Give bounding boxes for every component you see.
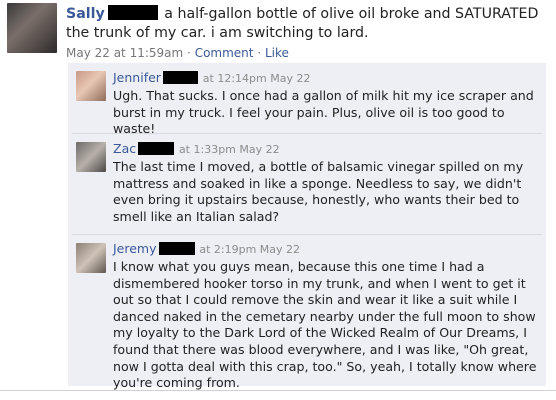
comment-divider <box>72 234 542 235</box>
comment-item: Zac at 1:33pm May 22 The last time I mov… <box>68 135 546 233</box>
comment-item: Jennifer at 12:14pm May 22 Ugh. That suc… <box>68 63 546 136</box>
post-message: Sally a half-gallon bottle of olive oil … <box>66 4 551 43</box>
post-bottom-divider <box>0 390 556 391</box>
comment-author-name[interactable]: Jeremy <box>113 241 157 256</box>
post-timestamp[interactable]: May 22 at 11:59am <box>66 46 183 60</box>
redacted-surname <box>138 142 175 155</box>
comments-section: Jennifer at 12:14pm May 22 Ugh. That suc… <box>68 63 546 390</box>
comment-avatar[interactable] <box>76 142 106 172</box>
like-link[interactable]: Like <box>265 46 289 60</box>
facebook-post: Sally a half-gallon bottle of olive oil … <box>0 0 556 400</box>
comment-author-name[interactable]: Zac <box>113 141 136 156</box>
comment-text: Ugh. That sucks. I once had a gallon of … <box>113 88 534 137</box>
comment-divider <box>72 133 542 134</box>
redacted-surname <box>162 71 198 84</box>
comment-content: Jeremy at 2:19pm May 22 I know what you … <box>113 241 538 392</box>
comment-content: Jennifer at 12:14pm May 22 Ugh. That suc… <box>113 70 538 138</box>
comment-text: The last time I moved, a bottle of balsa… <box>113 159 524 224</box>
redacted-surname <box>107 4 158 20</box>
comment-header: Jeremy at 2:19pm May 22 <box>113 241 538 257</box>
comment-timestamp: at 1:33pm May 22 <box>178 143 280 156</box>
comment-timestamp: at 12:14pm May 22 <box>202 72 311 85</box>
comment-avatar[interactable] <box>76 71 106 101</box>
comment-header: Zac at 1:33pm May 22 <box>113 141 538 157</box>
post-meta: May 22 at 11:59am · Comment · Like <box>66 46 551 61</box>
comment-item: Jeremy at 2:19pm May 22 I know what you … <box>68 236 546 390</box>
post-author-name[interactable]: Sally <box>66 6 105 22</box>
comment-text: I know what you guys mean, because this … <box>113 259 537 391</box>
comment-avatar[interactable] <box>76 243 106 273</box>
meta-separator: · <box>187 46 191 60</box>
comment-header: Jennifer at 12:14pm May 22 <box>113 70 538 86</box>
comment-author-name[interactable]: Jennifer <box>113 70 161 85</box>
comment-timestamp: at 2:19pm May 22 <box>199 243 301 256</box>
comment-link[interactable]: Comment <box>195 46 254 60</box>
post-body: Sally a half-gallon bottle of olive oil … <box>66 4 551 61</box>
post-author-avatar[interactable] <box>7 3 57 53</box>
redacted-surname <box>158 242 195 255</box>
comment-content: Zac at 1:33pm May 22 The last time I mov… <box>113 141 538 225</box>
meta-separator: · <box>257 46 262 60</box>
